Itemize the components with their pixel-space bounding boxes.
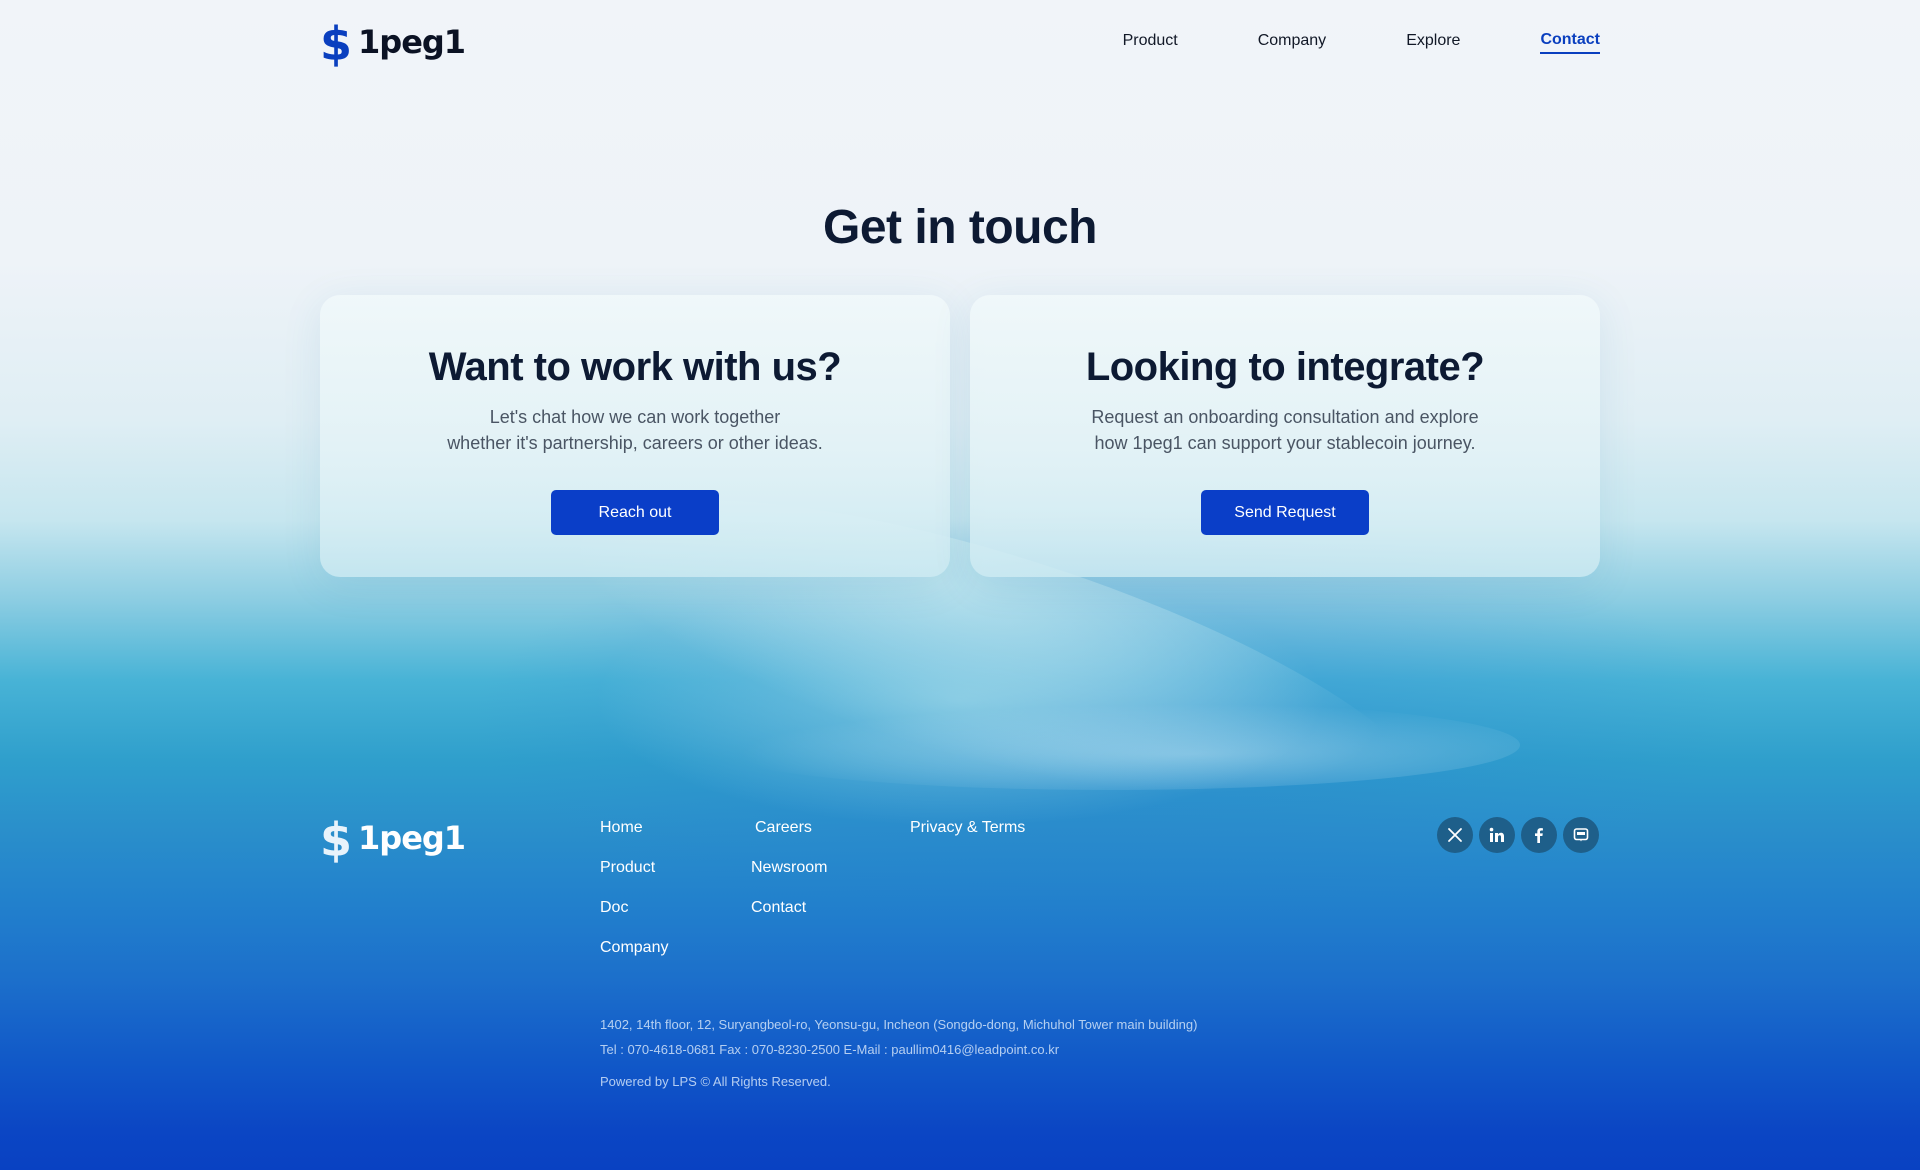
linkedin-icon[interactable]: [1479, 817, 1515, 853]
card-description: Let's chat how we can work together whet…: [320, 404, 950, 456]
social-links: [1437, 817, 1599, 853]
card-heading: Want to work with us?: [428, 345, 842, 389]
main-nav: Product Company Explore Contact: [1123, 31, 1600, 54]
footer-link-newsroom[interactable]: Newsroom: [751, 857, 827, 897]
nav-item-explore[interactable]: Explore: [1406, 32, 1460, 53]
footer-link-product[interactable]: Product: [600, 857, 668, 897]
footer-company-info: 1402, 14th floor, 12, Suryangbeol-ro, Ye…: [600, 1016, 1197, 1098]
footer-links-legal: Privacy & Terms: [910, 817, 1025, 857]
page-title: Get in touch: [823, 201, 1097, 254]
site-header: $ 1peg1 Product Company Explore Contact: [320, 17, 1600, 71]
card-description-line: Let's chat how we can work together: [489, 407, 781, 427]
footer-logo[interactable]: $ 1peg1: [320, 813, 466, 867]
card-description: Request an onboarding consultation and e…: [970, 404, 1600, 456]
card-heading: Looking to integrate?: [1085, 345, 1485, 389]
footer-link-home[interactable]: Home: [600, 817, 668, 857]
work-with-us-card: Want to work with us? Let's chat how we …: [320, 295, 950, 577]
facebook-icon[interactable]: [1521, 817, 1557, 853]
nav-item-product[interactable]: Product: [1123, 32, 1178, 53]
nav-item-contact[interactable]: Contact: [1540, 31, 1600, 54]
footer-address: 1402, 14th floor, 12, Suryangbeol-ro, Ye…: [600, 1017, 1198, 1032]
footer-copyright: Powered by LPS © All Rights Reserved.: [600, 1074, 831, 1089]
footer-contact-details: Tel : 070-4618-0681 Fax : 070-8230-2500 …: [600, 1042, 1060, 1057]
nav-item-company[interactable]: Company: [1258, 32, 1326, 53]
integrate-card: Looking to integrate? Request an onboard…: [970, 295, 1600, 577]
footer-link-company[interactable]: Company: [600, 937, 668, 977]
dollar-logo-icon: $: [320, 17, 353, 71]
footer-link-contact[interactable]: Contact: [751, 897, 827, 937]
footer-link-doc[interactable]: Doc: [600, 897, 668, 937]
card-description-line: how 1peg1 can support your stablecoin jo…: [1094, 433, 1476, 453]
dollar-logo-icon: $: [320, 813, 353, 867]
footer-links-company: Careers Newsroom Contact: [751, 817, 827, 937]
card-description-line: whether it's partnership, careers or oth…: [447, 433, 823, 453]
brand-name: 1peg1: [358, 819, 466, 857]
x-icon[interactable]: [1437, 817, 1473, 853]
brand-logo[interactable]: $ 1peg1: [320, 17, 466, 71]
card-description-line: Request an onboarding consultation and e…: [1091, 407, 1479, 427]
footer-links-main: Home Product Doc Company: [600, 817, 668, 977]
brand-name: 1peg1: [358, 23, 466, 61]
blog-icon[interactable]: [1563, 817, 1599, 853]
reach-out-button[interactable]: Reach out: [551, 490, 719, 535]
background-sweep-highlight: [700, 700, 1520, 790]
footer-link-privacy-terms[interactable]: Privacy & Terms: [910, 817, 1025, 857]
footer-link-careers[interactable]: Careers: [751, 817, 827, 857]
send-request-button[interactable]: Send Request: [1201, 490, 1369, 535]
